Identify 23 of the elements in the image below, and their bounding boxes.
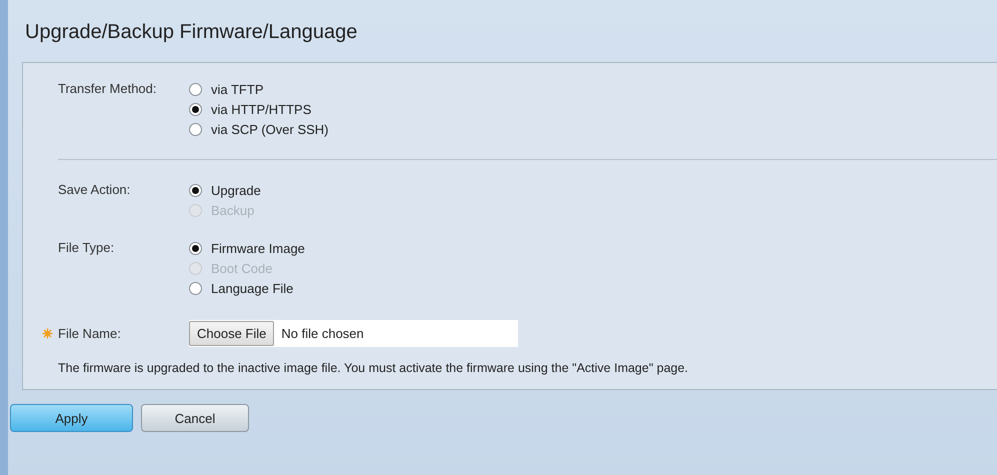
- field-label: File Name:: [58, 324, 122, 342]
- radio-button[interactable]: [189, 102, 202, 116]
- cancel-button[interactable]: Cancel: [141, 404, 249, 432]
- option-label: Language File: [211, 280, 294, 296]
- option-label: via TFTP: [211, 82, 264, 96]
- choose-file-button[interactable]: Choose File: [189, 321, 274, 346]
- info-text: The firmware is upgraded to the inactive image file. You must activate the firmware using the "Active Image" page.: [58, 361, 690, 375]
- file-status: No file chosen: [281, 326, 364, 341]
- field-label: Transfer Method:: [58, 80, 158, 98]
- option-label: via SCP (Over SSH): [211, 122, 329, 136]
- option-label: Firmware Image: [211, 240, 305, 256]
- radio-button[interactable]: [189, 184, 202, 196]
- radio-button[interactable]: [189, 122, 202, 136]
- option-label: Upgrade: [211, 182, 261, 198]
- field-label: Save Action:: [58, 181, 132, 199]
- radio-button[interactable]: [189, 282, 202, 294]
- radio-button[interactable]: [189, 242, 202, 254]
- file-input[interactable]: Choose File No file chosen: [189, 320, 518, 347]
- apply-button[interactable]: Apply: [10, 404, 133, 432]
- radio-button[interactable]: [189, 82, 202, 96]
- page-title: Upgrade/Backup Firmware/Language: [25, 20, 358, 44]
- field-label: File Type:: [58, 239, 116, 257]
- option-label: via HTTP/HTTPS: [211, 102, 312, 116]
